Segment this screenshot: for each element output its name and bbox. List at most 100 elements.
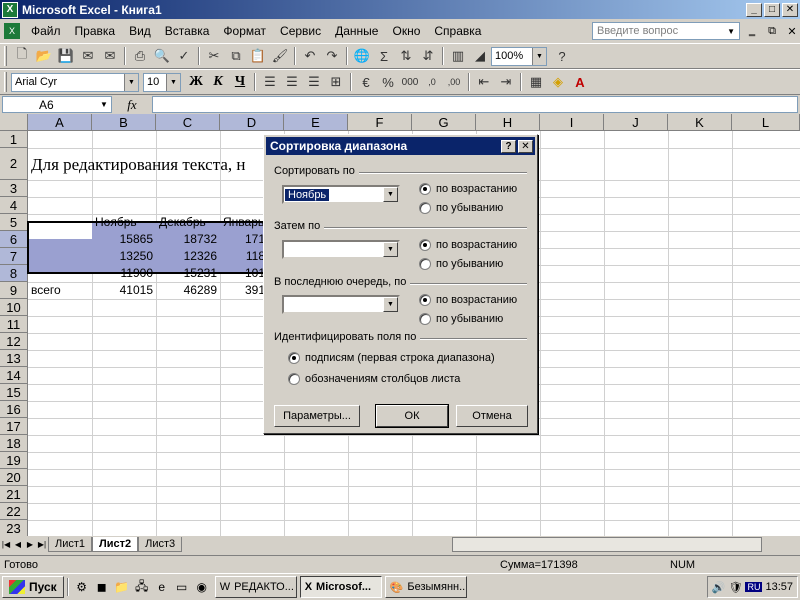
copy-icon[interactable]: ⧉ — [225, 45, 247, 67]
menu-window[interactable]: Окно — [385, 24, 427, 38]
cell-b7[interactable]: 13250 — [92, 248, 156, 265]
row-header-19[interactable]: 19 — [0, 452, 28, 469]
cell-b5[interactable]: Ноябрь — [92, 214, 156, 231]
email-icon[interactable]: ✉ — [99, 45, 121, 67]
then-by-ascending-radio[interactable]: по возрастанию — [419, 239, 517, 251]
task-excel[interactable]: X Microsof... — [299, 576, 382, 598]
save-icon[interactable]: 💾 — [55, 45, 77, 67]
then-by-descending-radio[interactable]: по убыванию — [419, 258, 503, 270]
toolbar-grip[interactable] — [4, 46, 7, 66]
row-header-21[interactable]: 21 — [0, 486, 28, 503]
first-sheet-icon[interactable]: |◀ — [0, 540, 12, 549]
font-select[interactable]: Arial Cyr ▼ — [11, 72, 139, 92]
row-header-17[interactable]: 17 — [0, 418, 28, 435]
dialog-title-bar[interactable]: Сортировка диапазона ? ✕ — [266, 137, 535, 155]
chevron-down-icon[interactable]: ▼ — [383, 187, 398, 202]
row-header-10[interactable]: 10 — [0, 299, 28, 316]
align-right-icon[interactable]: ☰ — [303, 71, 325, 93]
permission-icon[interactable]: ✉ — [77, 45, 99, 67]
then-by-select[interactable]: ▼ — [282, 240, 400, 259]
column-header-k[interactable]: K — [668, 114, 732, 131]
last-by-select[interactable]: ▼ — [282, 295, 400, 314]
last-by-ascending-radio[interactable]: по возрастанию — [419, 294, 517, 306]
open-folder-icon[interactable]: 📂 — [33, 45, 55, 67]
sort-descending-icon[interactable]: ⇵ — [417, 45, 439, 67]
last-by-descending-radio[interactable]: по убыванию — [419, 313, 503, 325]
cell-d9[interactable]: 391 — [220, 282, 268, 299]
prev-sheet-icon[interactable]: ◀ — [12, 540, 24, 549]
clock[interactable]: 13:57 — [765, 581, 793, 593]
row-header-8[interactable]: 8 — [0, 265, 28, 282]
folder-icon[interactable]: 📁 — [113, 578, 131, 596]
format-painter-icon[interactable]: 🖌 — [269, 45, 291, 67]
cell-d8[interactable]: 101 — [220, 265, 268, 282]
bold-button[interactable]: Ж — [185, 71, 207, 93]
menu-insert[interactable]: Вставка — [158, 24, 217, 38]
chevron-down-icon[interactable]: ▼ — [532, 47, 546, 65]
currency-icon[interactable]: € — [355, 71, 377, 93]
percent-icon[interactable]: % — [377, 71, 399, 93]
volume-icon[interactable]: 🔊 — [712, 581, 726, 594]
row-header-7[interactable]: 7 — [0, 248, 28, 265]
row-header-3[interactable]: 3 — [0, 180, 28, 197]
workbook-icon[interactable]: X — [4, 23, 20, 39]
quicklaunch-icon[interactable]: ⚙ — [73, 578, 91, 596]
new-document-icon[interactable]: 🗋 — [11, 45, 33, 67]
cell-a9[interactable]: всего — [28, 282, 92, 299]
office-icon[interactable]: ◼ — [93, 578, 111, 596]
menu-help[interactable]: Справка — [427, 24, 488, 38]
undo-icon[interactable]: ↶ — [299, 45, 321, 67]
cell-c8[interactable]: 15231 — [156, 265, 220, 282]
dialog-help-button[interactable]: ? — [501, 139, 516, 153]
decrease-decimal-icon[interactable]: ,00 — [443, 71, 465, 93]
row-header-2[interactable]: 2 — [0, 148, 28, 180]
chevron-down-icon[interactable]: ▼ — [383, 242, 398, 257]
row-header-9[interactable]: 9 — [0, 282, 28, 299]
thousands-icon[interactable]: 000 — [399, 71, 421, 93]
column-header-e[interactable]: E — [284, 114, 348, 131]
toolbar-grip[interactable] — [4, 72, 7, 92]
desktop-icon[interactable]: ▭ — [173, 578, 191, 596]
close-button[interactable]: ✕ — [782, 2, 798, 17]
sort-by-select[interactable]: Ноябрь ▼ — [282, 185, 400, 204]
chevron-down-icon[interactable]: ▼ — [727, 27, 735, 36]
column-header-h[interactable]: H — [476, 114, 540, 131]
sheet-tab-1[interactable]: Лист1 — [48, 537, 93, 552]
sheet-tab-3[interactable]: Лист3 — [138, 537, 183, 552]
italic-button[interactable]: К — [207, 71, 229, 93]
decrease-indent-icon[interactable]: ⇤ — [473, 71, 495, 93]
antivirus-icon[interactable]: 🛡 — [729, 581, 743, 594]
row-header-18[interactable]: 18 — [0, 435, 28, 452]
sort-by-ascending-radio[interactable]: по возрастанию — [419, 183, 517, 195]
column-header-d[interactable]: D — [220, 114, 284, 131]
cell-b6[interactable]: 15865 — [92, 231, 156, 248]
select-all-corner[interactable] — [0, 114, 28, 131]
start-button[interactable]: Пуск — [2, 576, 64, 598]
row-header-22[interactable]: 22 — [0, 503, 28, 520]
row-header-1[interactable]: 1 — [0, 131, 28, 148]
font-size-select[interactable]: 10 ▼ — [143, 72, 181, 92]
cell-c9[interactable]: 46289 — [156, 282, 220, 299]
underline-button[interactable]: Ч — [229, 71, 251, 93]
chevron-down-icon[interactable]: ▼ — [97, 100, 111, 109]
menu-format[interactable]: Формат — [216, 24, 273, 38]
name-box[interactable]: A6 ▼ — [2, 96, 112, 113]
horizontal-scrollbar[interactable] — [452, 537, 763, 552]
language-indicator[interactable]: RU — [745, 582, 763, 592]
menu-data[interactable]: Данные — [328, 24, 385, 38]
row-header-6[interactable]: 6 — [0, 231, 28, 248]
sort-ascending-icon[interactable]: ⇅ — [395, 45, 417, 67]
formula-input[interactable] — [152, 96, 798, 113]
autosum-icon[interactable]: Σ — [373, 45, 395, 67]
options-button[interactable]: Параметры... — [274, 405, 360, 427]
cell-c7[interactable]: 12326 — [156, 248, 220, 265]
cell-c5[interactable]: Декабрь — [156, 214, 220, 231]
menu-tools[interactable]: Сервис — [273, 24, 328, 38]
identify-by-labels-radio[interactable]: подписям (первая строка диапазона) — [288, 352, 495, 364]
doc-close-button[interactable]: ✕ — [784, 23, 800, 39]
help-icon[interactable]: ? — [551, 45, 573, 67]
sheet-tab-2[interactable]: Лист2 — [92, 537, 139, 552]
chart-wizard-icon[interactable]: ▥ — [447, 45, 469, 67]
zoom-select[interactable]: 100% ▼ — [491, 46, 547, 66]
align-left-icon[interactable]: ☰ — [259, 71, 281, 93]
